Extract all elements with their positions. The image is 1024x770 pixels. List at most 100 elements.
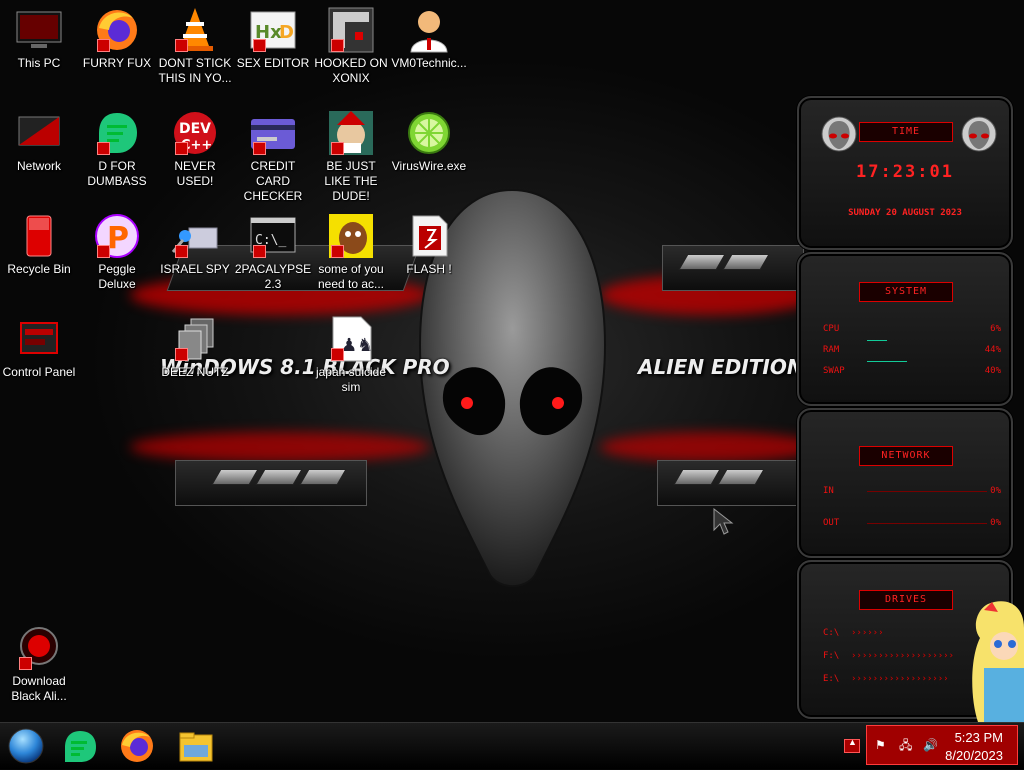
desktop-icon-be-just-like-the-dude[interactable]: BE JUST LIKE THE DUDE! bbox=[312, 103, 390, 204]
desktop-icon-hooked-on-xonix[interactable]: HOOKED ON XONIX bbox=[312, 0, 390, 86]
shield-icon bbox=[331, 142, 344, 155]
system-row-value: 6% bbox=[990, 324, 1001, 334]
dude-elf-icon bbox=[327, 109, 375, 157]
network-row-in: IN 0% bbox=[823, 486, 1001, 496]
drives-gadget-title: DRIVES bbox=[859, 590, 953, 610]
shield-icon bbox=[19, 657, 32, 670]
spy-glass-icon bbox=[171, 212, 219, 260]
drive-row-label: C:\ bbox=[823, 628, 840, 638]
desktop-icon-dont-stick[interactable]: DONT STICK THIS IN YO... bbox=[156, 0, 234, 86]
taskbar-chat-app[interactable] bbox=[60, 727, 100, 765]
time-gadget[interactable]: TIME 17:23:01 SUNDAY 20 AUGUST 2023 bbox=[797, 96, 1013, 250]
chat-bubble-icon bbox=[65, 731, 96, 762]
svg-text:D: D bbox=[279, 22, 294, 43]
desktop-icon-recycle-bin[interactable]: Recycle Bin bbox=[0, 206, 78, 277]
svg-text:DEV: DEV bbox=[179, 121, 211, 137]
desktop-icon-never-used[interactable]: DEV C++ NEVER USED! bbox=[156, 103, 234, 189]
desktop-icon-some-of-you[interactable]: some of you need to ac... bbox=[312, 206, 390, 292]
desktop-icon-label: Network bbox=[16, 159, 61, 173]
desktop-icon-label: NEVER USED! bbox=[174, 159, 216, 188]
desktop-icon-label: Download Black Ali... bbox=[11, 674, 67, 703]
cartoon-character-sticker bbox=[972, 601, 1024, 722]
drive-row-label: E:\ bbox=[823, 674, 840, 684]
desktop-icon-label: DEEZ NUTZ bbox=[161, 365, 229, 379]
desktop-icon-label: BE JUST LIKE THE DUDE! bbox=[324, 159, 378, 203]
alien-logo-icon bbox=[961, 116, 997, 152]
shield-icon bbox=[331, 348, 344, 361]
desktop-icon-vm0technician[interactable]: VM0Technic... bbox=[390, 0, 468, 71]
gadget-date-readout: SUNDAY 20 AUGUST 2023 bbox=[848, 208, 962, 218]
dev-cpp-icon: DEV C++ bbox=[171, 109, 219, 157]
system-row-ram: RAM 44% bbox=[823, 340, 1001, 355]
desktop-icon-label: DONT STICK THIS IN YO... bbox=[158, 56, 232, 85]
desktop-icon-label: Control Panel bbox=[2, 365, 76, 379]
desktop-icon-peggle-deluxe[interactable]: P Peggle Deluxe bbox=[78, 206, 156, 292]
desktop-icon-label: ISRAEL SPY bbox=[160, 262, 230, 276]
terminal-icon: C:\_ bbox=[249, 212, 297, 260]
vlc-cone-icon bbox=[171, 6, 219, 54]
desktop-icon-credit-card-checker[interactable]: CREDIT CARD CHECKER bbox=[234, 103, 312, 204]
network-row-out: OUT 0% bbox=[823, 518, 1001, 528]
desktop-icon-d-for-dumbass[interactable]: D FOR DUMBASS bbox=[78, 103, 156, 189]
desktop-icon-flash[interactable]: FLASH ! bbox=[390, 206, 468, 277]
network-row-label: IN bbox=[823, 486, 834, 496]
network-gadget[interactable]: NETWORK IN 0% OUT 0% bbox=[797, 408, 1013, 558]
network-icon[interactable]: 🖧 bbox=[899, 738, 913, 752]
lime-icon bbox=[405, 109, 453, 157]
speaker-icon[interactable]: 🔊 bbox=[923, 738, 938, 752]
flag-icon[interactable]: ⚑ bbox=[875, 738, 889, 752]
desktop-icon-label: HOOKED ON XONIX bbox=[314, 56, 388, 85]
shield-icon bbox=[175, 348, 188, 361]
desktop-icon-this-pc[interactable]: This PC bbox=[0, 0, 78, 71]
taskbar-file-explorer[interactable] bbox=[176, 727, 216, 765]
desktop-icon-label: Recycle Bin bbox=[7, 262, 71, 276]
network-gadget-title: NETWORK bbox=[859, 446, 953, 466]
shield-icon bbox=[175, 142, 188, 155]
system-row-label: CPU bbox=[823, 324, 840, 334]
shield-icon bbox=[253, 245, 266, 258]
drive-usage-bar: ››››››››››››››››››› bbox=[851, 651, 954, 661]
shield-icon bbox=[331, 245, 344, 258]
firefox-icon bbox=[93, 6, 141, 54]
desktop-icon-label: FLASH ! bbox=[406, 262, 452, 276]
recycle-bin-icon bbox=[15, 212, 63, 260]
desktop-icon-japan-suicide-sim[interactable]: ♟♞ japan suicide sim bbox=[312, 309, 390, 395]
credit-card-icon bbox=[249, 109, 297, 157]
desktop-icon-deez-nutz[interactable]: DEEZ NUTZ bbox=[156, 309, 234, 380]
chess-document-icon: ♟♞ bbox=[327, 315, 375, 363]
drive-usage-bar: ›››››››››››››››››› bbox=[851, 674, 949, 684]
desktop-icon-download-black-alien[interactable]: Download Black Ali... bbox=[0, 618, 78, 704]
shield-icon bbox=[97, 39, 110, 52]
xonix-game-icon bbox=[327, 6, 375, 54]
technician-avatar-icon bbox=[405, 6, 453, 54]
network-out-graph bbox=[867, 523, 987, 524]
svg-text:♟♞: ♟♞ bbox=[341, 335, 373, 356]
desktop-icon-furry-fux[interactable]: FURRY FUX bbox=[78, 0, 156, 71]
drive-usage-bar: ›››››› bbox=[851, 628, 884, 638]
clock-time[interactable]: 5:23 PM bbox=[955, 730, 1003, 745]
desktop-icon-network[interactable]: Network bbox=[0, 103, 78, 174]
folder-icon bbox=[179, 732, 213, 762]
show-hidden-icons-button[interactable]: ▲ bbox=[844, 737, 860, 753]
network-row-value: 0% bbox=[990, 486, 1001, 496]
shield-icon bbox=[97, 245, 110, 258]
chevron-up-icon: ▲ bbox=[848, 737, 857, 747]
start-button[interactable] bbox=[6, 727, 46, 765]
swap-usage-bar bbox=[867, 361, 907, 362]
system-row-label: RAM bbox=[823, 345, 840, 355]
system-tray: ⚑ 🖧 🔊 5:23 PM 8/20/2023 bbox=[866, 725, 1018, 765]
firefox-icon bbox=[121, 730, 153, 762]
desktop-icon-2pacalypse[interactable]: C:\_ 2PACALYPSE 2.3 bbox=[234, 206, 312, 292]
desktop-icon-control-panel[interactable]: Control Panel bbox=[0, 309, 78, 380]
system-gadget-title: SYSTEM bbox=[859, 282, 953, 302]
system-gadget[interactable]: SYSTEM CPU 6% RAM 44% SWAP 40% bbox=[797, 252, 1013, 406]
desktop-icon-label: Peggle Deluxe bbox=[98, 262, 136, 291]
taskbar-firefox[interactable] bbox=[117, 727, 157, 765]
taskbar: ▲ ⚑ 🖧 🔊 5:23 PM 8/20/2023 bbox=[0, 722, 1024, 769]
desktop-icon-sex-editor[interactable]: Hx D SEX EDITOR bbox=[234, 0, 312, 71]
desktop-icon-viruswire[interactable]: VirusWire.exe bbox=[390, 103, 468, 174]
desktop-icon-israel-spy[interactable]: ISRAEL SPY bbox=[156, 206, 234, 277]
flash-document-icon bbox=[405, 212, 453, 260]
clock-date[interactable]: 8/20/2023 bbox=[945, 748, 1003, 763]
alien-download-icon bbox=[15, 624, 63, 672]
